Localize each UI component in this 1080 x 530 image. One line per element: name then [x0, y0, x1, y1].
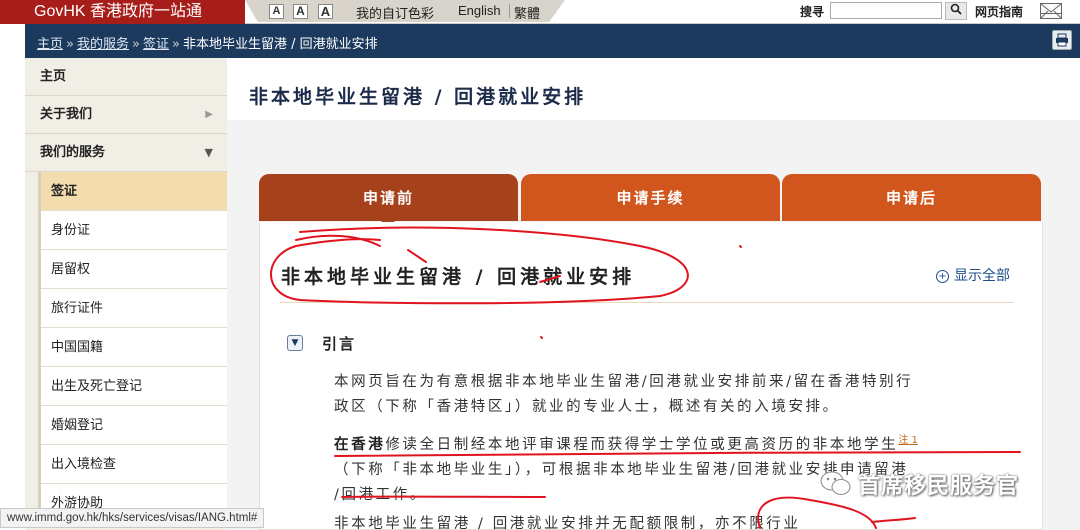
show-all-link[interactable]: + 显示全部 [936, 265, 1010, 285]
paragraph-line: 修读全日制经本地评审课程而获得学士学位或更高资历的非本地学生 [385, 436, 899, 453]
sitemap-link[interactable]: 网页指南 [975, 3, 1023, 20]
tab-before-application[interactable]: 申请前 [259, 174, 518, 228]
breadcrumb-current: 非本地毕业生留港 / 回港就业安排 [182, 37, 378, 52]
my-colour-link[interactable]: 我的自订色彩 [356, 3, 434, 22]
top-bar: GovHK 香港政府一站通 A A A 我的自订色彩 English 繁體 搜寻… [0, 0, 1080, 24]
section-divider [280, 302, 1014, 303]
lang-divider [509, 4, 510, 18]
breadcrumb-my-services[interactable]: 我的服务 [77, 37, 129, 52]
traditional-chinese-link[interactable]: 繁體 [514, 3, 540, 22]
font-size-large-button[interactable]: A [318, 4, 333, 19]
font-size-small-button[interactable]: A [269, 4, 284, 19]
collapse-toggle-icon[interactable]: ▼ [287, 335, 303, 351]
sidebar-item-home[interactable]: 主页 [25, 58, 227, 96]
breadcrumb-separator: » [66, 37, 74, 52]
paragraph-line: 本网页旨在为有意根据非本地毕业生留港/回港就业安排前来/留在香港特别行 [334, 374, 914, 390]
sidebar-subitem-right-of-abode[interactable]: 居留权 [41, 250, 227, 289]
sidebar-subitem-visas[interactable]: 签证 [41, 172, 227, 211]
sidebar-subitem-chinese-nationality[interactable]: 中国国籍 [41, 328, 227, 367]
english-link[interactable]: English [458, 3, 501, 18]
sidebar-subitem-travel-documents[interactable]: 旅行证件 [41, 289, 227, 328]
watermark-text: 首席移民服务官 [858, 474, 1020, 499]
show-all-label: 显示全部 [954, 268, 1010, 284]
breadcrumb-bar: 主页» 我的服务» 签证» 非本地毕业生留港 / 回港就业安排 [25, 24, 1080, 58]
browser-status-bar: www.immd.gov.hk/hks/services/visas/IANG.… [0, 508, 265, 528]
sidebar-item-label: 关于我们 [40, 107, 93, 122]
breadcrumb: 主页» 我的服务» 签证» 非本地毕业生留港 / 回港就业安排 [37, 33, 378, 52]
font-size-medium-button[interactable]: A [293, 4, 308, 19]
search-input[interactable] [830, 2, 942, 19]
tab-after-application[interactable]: 申请后 [782, 174, 1041, 221]
sidebar-item-label: 我们的服务 [40, 145, 106, 160]
paragraph-line: 政区（下称「香港特区」）就业的专业人士，概述有关的入境安排。 [334, 399, 840, 415]
sidebar-subitem-identity-card[interactable]: 身份证 [41, 211, 227, 250]
magnifier-icon [950, 3, 962, 15]
footnote-link[interactable]: 注 1 [898, 435, 918, 446]
intro-paragraph-1: 本网页旨在为有意根据非本地毕业生留港/回港就业安排前来/留在香港特别行 政区（下… [334, 370, 913, 420]
breadcrumb-home[interactable]: 主页 [37, 37, 63, 52]
govhk-logo[interactable]: GovHK 香港政府一站通 [0, 0, 245, 24]
chevron-right-icon: ▶ [205, 109, 213, 120]
chevron-down-icon: ▼ [204, 146, 213, 159]
breadcrumb-separator: » [171, 37, 180, 52]
search-button[interactable] [945, 2, 967, 20]
mail-icon[interactable] [1040, 3, 1062, 19]
paragraph-line: 非本地毕业生留港 / 回港就业安排并无配额限制，亦不限行业 [334, 516, 801, 530]
sidebar-subitem-births-deaths[interactable]: 出生及死亡登记 [41, 367, 227, 406]
breadcrumb-visas[interactable]: 签证 [143, 37, 169, 52]
tab-application-procedure[interactable]: 申请手续 [521, 174, 780, 221]
sidebar-item-label: 主页 [40, 69, 67, 84]
breadcrumb-separator: » [132, 37, 140, 52]
print-icon[interactable] [1052, 30, 1072, 50]
emphasis-in-hong-kong: 在香港 [334, 436, 386, 453]
main-content: 非本地毕业生留港 / 回港就业安排 申请前 申请手续 申请后 非本地毕业生留港 … [227, 58, 1080, 530]
section-title: 非本地毕业生留港 / 回港就业安排 [281, 266, 636, 288]
search-label: 搜寻 [800, 5, 825, 19]
sidebar-item-our-services[interactable]: 我们的服务 ▼ [25, 134, 227, 172]
sidebar-subitem-marriage[interactable]: 婚姻登记 [41, 406, 227, 445]
plus-circle-icon: + [936, 270, 949, 283]
wechat-logo-icon [820, 471, 851, 495]
intro-paragraph-3: 非本地毕业生留港 / 回港就业安排并无配额限制，亦不限行业 [334, 512, 801, 530]
services-submenu: 签证 身份证 居留权 旅行证件 中国国籍 出生及死亡登记 婚姻登记 出入境检查 … [38, 172, 227, 523]
intro-heading: 引言 [322, 335, 357, 353]
page-title: 非本地毕业生留港 / 回港就业安排 [249, 86, 587, 108]
sidebar-subitem-immigration-clearance[interactable]: 出入境检查 [41, 445, 227, 484]
sidebar-item-about-us[interactable]: 关于我们 ▶ [25, 96, 227, 134]
sidebar: 主页 关于我们 ▶ 我们的服务 ▼ 签证 身份证 居留权 旅行证件 中国国籍 出生及… [25, 58, 227, 530]
